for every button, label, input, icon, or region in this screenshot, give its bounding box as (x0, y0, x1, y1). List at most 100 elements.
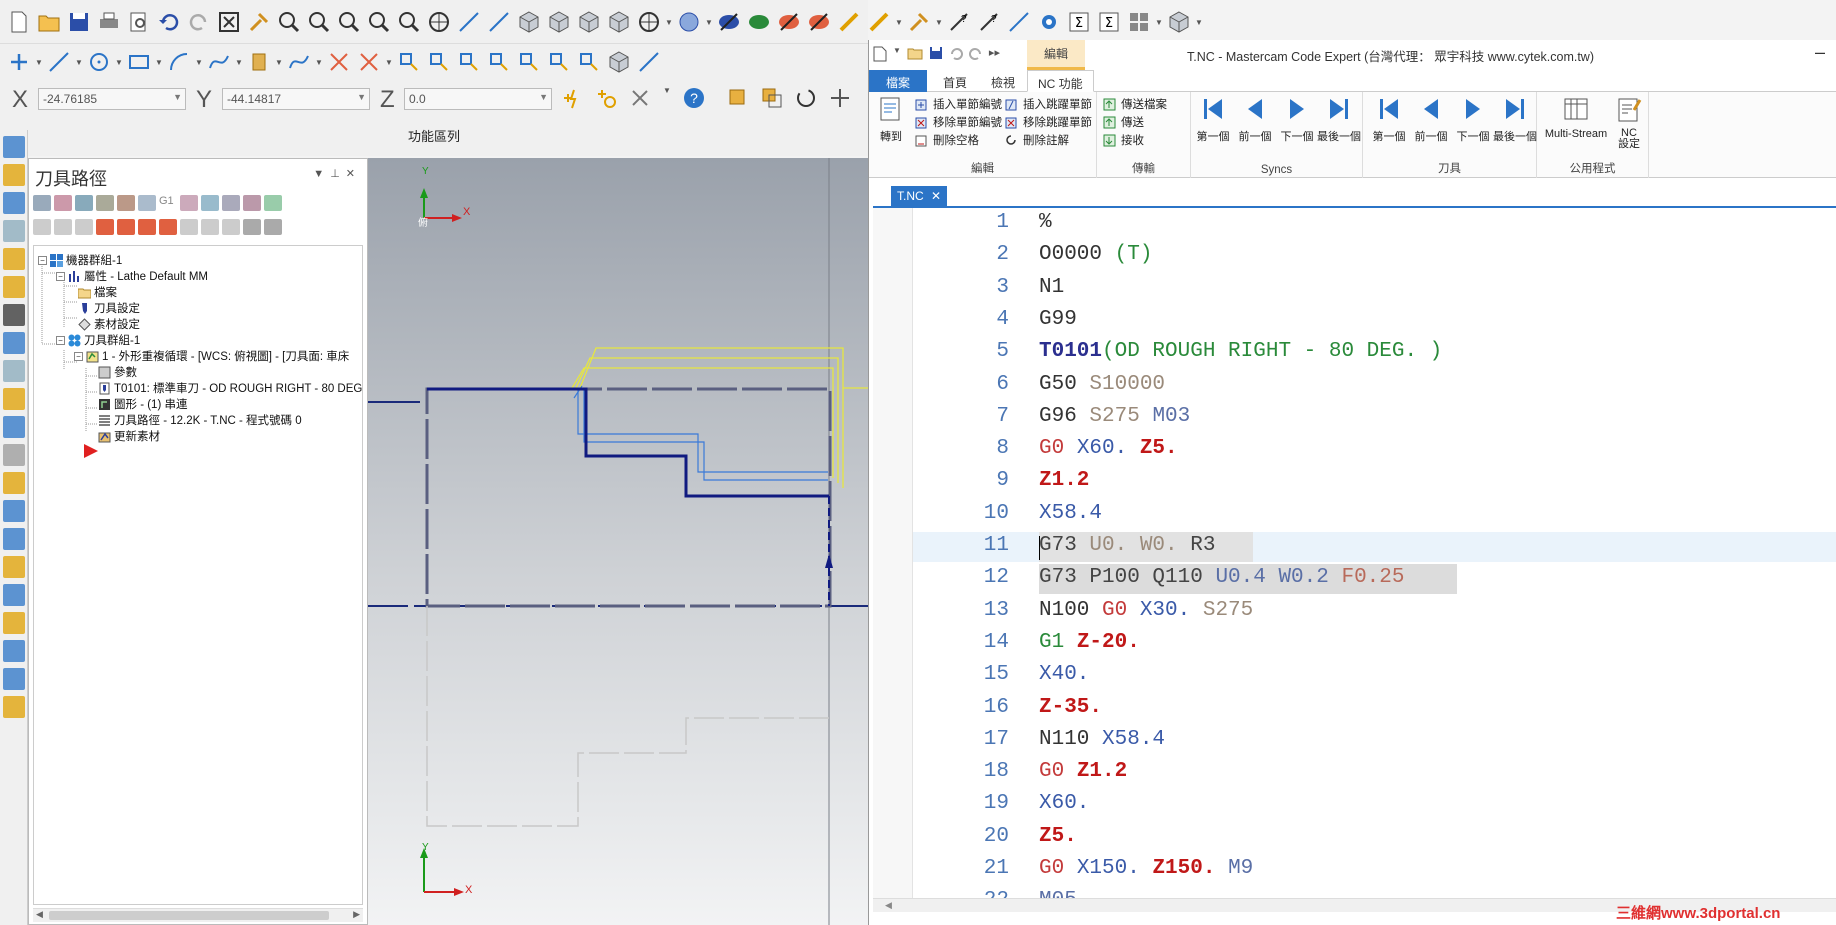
lathe-tool-icon[interactable] (3, 696, 25, 718)
tab-file[interactable]: 檔案 (869, 70, 927, 92)
toolpath-display-icon[interactable] (54, 219, 72, 235)
chevron-down-icon[interactable]: ▼ (194, 58, 204, 67)
toolpath-display-icon[interactable] (243, 219, 261, 235)
lathe-tool-icon[interactable] (3, 528, 25, 550)
tree-toolpath-group[interactable]: − 刀具群組-1 (56, 332, 140, 348)
break-icon[interactable] (354, 47, 384, 77)
tab-view[interactable]: 檢視 (981, 70, 1025, 92)
chevron-down-icon[interactable]: ▼ (314, 58, 324, 67)
receive-button[interactable]: 接收 (1103, 132, 1144, 148)
lathe-tool-icon[interactable] (3, 556, 25, 578)
send-button[interactable]: 傳送 (1103, 114, 1144, 130)
lathe-tool-icon[interactable] (3, 360, 25, 382)
line-icon[interactable] (44, 47, 74, 77)
tree-machine-group[interactable]: − 機器群組-1 (38, 252, 122, 268)
code-line[interactable]: G0 X150. Z150. M9 (1039, 854, 1253, 884)
tree-properties[interactable]: − 屬性 - Lathe Default MM (56, 268, 208, 284)
code-line[interactable]: Z5. (1039, 822, 1077, 852)
lathe-tool-icon[interactable] (3, 136, 25, 158)
save-icon[interactable] (64, 7, 94, 37)
tab-nc-functions[interactable]: NC 功能 (1027, 70, 1094, 92)
rectangle-icon[interactable] (124, 47, 154, 77)
chevron-down-icon[interactable]: ▼ (74, 58, 84, 67)
tree-tool[interactable]: T0101: 標準車刀 - OD ROUGH RIGHT - 80 DEG (98, 380, 362, 396)
code-line[interactable]: G1 Z-20. (1039, 628, 1140, 658)
code-line[interactable]: % (1039, 208, 1052, 238)
circle-icon[interactable] (84, 47, 114, 77)
code-line[interactable]: T0101(OD ROUGH RIGHT - 80 DEG. ) (1039, 337, 1442, 367)
undo-icon[interactable] (949, 46, 963, 60)
nc-settings-button[interactable]: NC 設定 (1609, 96, 1649, 150)
fast-point-icon[interactable] (560, 86, 584, 110)
cylinder-icon[interactable] (244, 47, 274, 77)
pin-icon[interactable]: ⊥ (330, 168, 346, 180)
code-line[interactable]: N110 X58.4 (1039, 725, 1165, 755)
trim-icon[interactable] (324, 47, 354, 77)
front-view-icon[interactable] (574, 7, 604, 37)
distance-icon[interactable]: ? (944, 7, 974, 37)
collapse-icon[interactable]: − (74, 351, 83, 361)
tree-operation[interactable]: − 1 - 外形重複循環 - [WCS: 俯視圖] - [刀具面: 車床 (74, 348, 349, 364)
point-icon[interactable] (4, 47, 34, 77)
zoom-out-icon[interactable] (394, 7, 424, 37)
lathe-tool-icon[interactable] (3, 416, 25, 438)
window-select-icon[interactable] (760, 86, 784, 110)
lathe-tool-icon[interactable] (3, 612, 25, 634)
remove-block-number-button[interactable]: 移除單節編號 (915, 114, 1002, 130)
xform-stretch-icon[interactable] (604, 47, 634, 77)
toolpath-command-icon[interactable] (75, 195, 93, 211)
scroll-right-icon[interactable]: ▶ (353, 909, 360, 920)
code-line[interactable]: Z-35. (1039, 693, 1102, 723)
refresh-icon[interactable] (794, 86, 818, 110)
code-line[interactable]: G99 (1039, 305, 1077, 335)
tool-previous-button[interactable]: 前一個 (1409, 96, 1453, 144)
tree-parameters[interactable]: 參數 (98, 364, 137, 380)
insert-skip-block-button[interactable]: 插入跳躍單節 (1005, 96, 1092, 112)
toolpath-command-icon[interactable] (54, 195, 72, 211)
lathe-tool-icon[interactable] (3, 500, 25, 522)
auto-cursor-icon[interactable] (594, 86, 618, 110)
code-line[interactable]: G73 P100 Q110 U0.4 W0.2 F0.25 (1039, 563, 1404, 593)
toolpath-command-icon[interactable] (180, 195, 198, 211)
shading-icon[interactable] (674, 7, 704, 37)
chevron-down-icon[interactable]: ▼ (1194, 18, 1204, 27)
insert-block-number-button[interactable]: 插入單節編號 (915, 96, 1002, 112)
collapse-icon[interactable]: − (56, 335, 65, 345)
select-view-icon[interactable] (484, 7, 514, 37)
code-line[interactable]: Z1.2 (1039, 466, 1089, 496)
chevron-down-icon[interactable]: ▼ (1154, 18, 1164, 27)
toolpath-display-icon[interactable] (75, 219, 93, 235)
lathe-tool-icon[interactable] (3, 640, 25, 662)
lathe-tool-icon[interactable] (3, 248, 25, 270)
lathe-tool-icon[interactable] (3, 220, 25, 242)
save-icon[interactable] (929, 46, 943, 60)
lathe-tool-icon[interactable] (3, 276, 25, 298)
xform-scale-icon[interactable] (484, 47, 514, 77)
multi-stream-button[interactable]: Multi-Stream (1541, 96, 1611, 140)
remove-skip-block-button[interactable]: 移除跳躍單節 (1005, 114, 1092, 130)
lathe-tool-icon[interactable] (3, 472, 25, 494)
scroll-left-icon[interactable]: ◀ (36, 909, 43, 920)
redo-icon[interactable] (968, 46, 983, 60)
open-icon[interactable] (907, 46, 923, 60)
iso-view-icon[interactable] (514, 7, 544, 37)
clear-icon[interactable] (628, 86, 652, 110)
code-line[interactable]: G50 S10000 (1039, 370, 1165, 400)
tree-toolpath[interactable]: 刀具路徑 - 12.2K - T.NC - 程式號碼 0 (98, 412, 302, 428)
toolpath-command-icon[interactable] (33, 195, 51, 211)
code-line[interactable]: G96 S275 M03 (1039, 402, 1190, 432)
syncs-next-button[interactable]: 下一個 (1275, 96, 1319, 144)
code-line[interactable]: X58.4 (1039, 499, 1102, 529)
tab-home[interactable]: 首頁 (933, 70, 977, 92)
new-file-icon[interactable] (4, 7, 34, 37)
code-line[interactable]: N1 (1039, 273, 1064, 303)
toolpath-display-icon[interactable] (222, 219, 240, 235)
xform-offset-icon[interactable] (514, 47, 544, 77)
open-icon[interactable] (34, 7, 64, 37)
syncs-first-button[interactable]: 第一個 (1191, 96, 1235, 144)
collapse-icon[interactable]: − (56, 271, 65, 281)
move-icon[interactable] (828, 86, 852, 110)
chevron-down-icon[interactable]: ▼ (313, 168, 330, 180)
code-line[interactable]: O0000 (T) (1039, 240, 1152, 270)
scroll-thumb[interactable] (49, 911, 329, 920)
